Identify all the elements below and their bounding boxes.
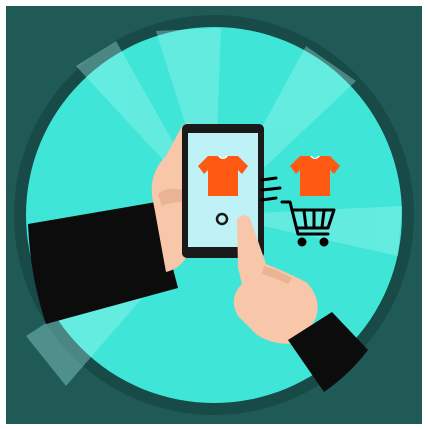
illustration-frame — [6, 6, 422, 424]
image-canvas — [0, 0, 428, 430]
mobile-shopping-illustration — [14, 15, 414, 415]
